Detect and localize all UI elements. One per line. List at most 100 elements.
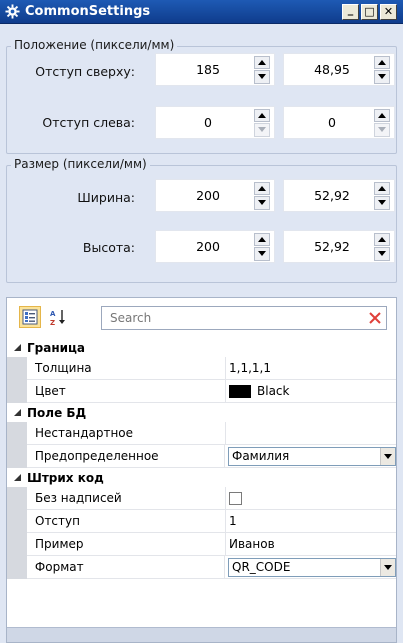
search-input[interactable] bbox=[102, 308, 364, 328]
left-offset-label: Отступ слева: bbox=[42, 115, 135, 130]
height-mm-value[interactable]: 52,92 bbox=[284, 239, 374, 254]
property-value[interactable]: Иванов bbox=[226, 533, 396, 556]
width-mm-spinner[interactable]: 52,92 bbox=[283, 179, 395, 212]
left-offset-mm-down-button[interactable] bbox=[374, 123, 390, 137]
height-pixels-up-button[interactable] bbox=[254, 232, 270, 246]
triangle-up-icon bbox=[378, 236, 386, 242]
left-offset-pixels-value[interactable]: 0 bbox=[156, 115, 254, 130]
title-bar[interactable]: CommonSettings _ □ ✕ bbox=[0, 0, 403, 24]
left-offset-mm-value[interactable]: 0 bbox=[284, 115, 374, 130]
close-icon bbox=[369, 312, 381, 324]
width-mm-value[interactable]: 52,92 bbox=[284, 188, 374, 203]
category-label: Штрих код bbox=[27, 470, 104, 485]
property-value[interactable]: 1,1,1,1 bbox=[226, 357, 396, 380]
property-value[interactable] bbox=[226, 487, 396, 510]
top-offset-mm-up-button[interactable] bbox=[374, 55, 390, 69]
predefined-field-select[interactable]: Фамилия bbox=[228, 446, 396, 466]
maximize-icon: □ bbox=[364, 5, 375, 18]
svg-text:A: A bbox=[50, 310, 56, 318]
property-value[interactable]: QR_CODE bbox=[225, 556, 396, 579]
sort-az-icon: A Z bbox=[50, 310, 65, 326]
property-rows: Граница Толщина 1,1,1,1 Цвет Black Поле … bbox=[7, 338, 396, 579]
category-row[interactable]: Штрих код bbox=[7, 468, 396, 487]
triangle-up-icon bbox=[258, 236, 266, 242]
triangle-down-icon bbox=[258, 127, 266, 133]
width-pixels-up-button[interactable] bbox=[254, 181, 270, 195]
height-label: Высота: bbox=[82, 240, 135, 255]
alphabetical-button[interactable]: A Z bbox=[47, 306, 69, 328]
dropdown-button[interactable] bbox=[380, 558, 395, 576]
category-row[interactable]: Граница bbox=[7, 338, 396, 357]
property-row[interactable]: Цвет Black bbox=[7, 380, 396, 403]
position-group: Положение (пиксели/мм) Отступ сверху: 18… bbox=[6, 38, 397, 154]
top-offset-pixels-value[interactable]: 185 bbox=[156, 62, 254, 77]
height-pixels-spinner[interactable]: 200 bbox=[155, 230, 275, 263]
maximize-button[interactable]: □ bbox=[361, 3, 378, 20]
top-offset-mm-spinner[interactable]: 48,95 bbox=[283, 53, 395, 86]
search-box[interactable] bbox=[101, 306, 387, 330]
size-group: Размер (пиксели/мм) Ширина: 200 52,92 Вы… bbox=[6, 157, 397, 283]
barcode-format-select[interactable]: QR_CODE bbox=[228, 557, 396, 577]
left-offset-pixels-down-button[interactable] bbox=[254, 123, 270, 137]
property-value[interactable]: Black bbox=[226, 380, 396, 403]
top-offset-mm-down-button[interactable] bbox=[374, 70, 390, 84]
triangle-up-icon bbox=[378, 185, 386, 191]
property-name: Формат bbox=[26, 556, 225, 579]
minimize-button[interactable]: _ bbox=[342, 3, 359, 20]
height-mm-spinner[interactable]: 52,92 bbox=[283, 230, 395, 263]
width-mm-up-button[interactable] bbox=[374, 181, 390, 195]
property-row[interactable]: Предопределенное Фамилия bbox=[7, 445, 396, 468]
property-name: Пример bbox=[27, 533, 226, 556]
gear-icon bbox=[4, 4, 20, 20]
property-row[interactable]: Пример Иванов bbox=[7, 533, 396, 556]
close-icon: ✕ bbox=[383, 5, 394, 18]
window-title: CommonSettings bbox=[25, 4, 151, 19]
triangle-up-icon bbox=[378, 112, 386, 118]
width-pixels-down-button[interactable] bbox=[254, 196, 270, 210]
triangle-down-icon bbox=[378, 74, 386, 80]
property-name: Предопределенное bbox=[26, 445, 225, 468]
property-value[interactable]: 1 bbox=[226, 510, 396, 533]
left-offset-pixels-spinner[interactable]: 0 bbox=[155, 106, 275, 139]
width-pixels-value[interactable]: 200 bbox=[156, 188, 254, 203]
no-labels-checkbox[interactable] bbox=[229, 491, 242, 505]
property-row[interactable]: Толщина 1,1,1,1 bbox=[7, 357, 396, 380]
property-grid-toolbar: A Z bbox=[7, 298, 396, 336]
property-value[interactable] bbox=[226, 422, 396, 445]
width-label: Ширина: bbox=[77, 190, 135, 205]
top-offset-mm-value[interactable]: 48,95 bbox=[284, 62, 374, 77]
top-offset-pixels-spinner[interactable]: 185 bbox=[155, 53, 275, 86]
width-pixels-spinner[interactable]: 200 bbox=[155, 179, 275, 212]
collapse-triangle-icon[interactable] bbox=[7, 409, 27, 416]
height-pixels-down-button[interactable] bbox=[254, 247, 270, 261]
collapse-triangle-icon[interactable] bbox=[7, 474, 27, 481]
property-row[interactable]: Формат QR_CODE bbox=[7, 556, 396, 579]
height-mm-down-button[interactable] bbox=[374, 247, 390, 261]
top-offset-label: Отступ сверху: bbox=[35, 64, 135, 79]
left-offset-mm-up-button[interactable] bbox=[374, 108, 390, 122]
top-offset-pixels-down-button[interactable] bbox=[254, 70, 270, 84]
clear-search-button[interactable] bbox=[364, 307, 386, 329]
category-label: Поле БД bbox=[27, 405, 87, 420]
triangle-down-icon bbox=[258, 200, 266, 206]
property-name: Цвет bbox=[27, 380, 226, 403]
property-value[interactable]: Фамилия bbox=[225, 445, 396, 468]
property-row[interactable]: Без надписей bbox=[7, 487, 396, 510]
property-row[interactable]: Отступ 1 bbox=[7, 510, 396, 533]
triangle-down-icon bbox=[378, 251, 386, 257]
left-offset-mm-spinner[interactable]: 0 bbox=[283, 106, 395, 139]
height-mm-up-button[interactable] bbox=[374, 232, 390, 246]
property-row[interactable]: Нестандартное bbox=[7, 422, 396, 445]
left-offset-pixels-up-button[interactable] bbox=[254, 108, 270, 122]
categorized-button[interactable] bbox=[19, 306, 41, 328]
width-mm-down-button[interactable] bbox=[374, 196, 390, 210]
triangle-down-icon bbox=[258, 251, 266, 257]
minimize-icon: _ bbox=[347, 3, 354, 16]
collapse-triangle-icon[interactable] bbox=[7, 344, 27, 351]
top-offset-pixels-up-button[interactable] bbox=[254, 55, 270, 69]
chevron-down-icon bbox=[384, 453, 392, 459]
height-pixels-value[interactable]: 200 bbox=[156, 239, 254, 254]
dropdown-button[interactable] bbox=[380, 447, 395, 465]
category-row[interactable]: Поле БД bbox=[7, 403, 396, 422]
close-button[interactable]: ✕ bbox=[380, 3, 397, 20]
